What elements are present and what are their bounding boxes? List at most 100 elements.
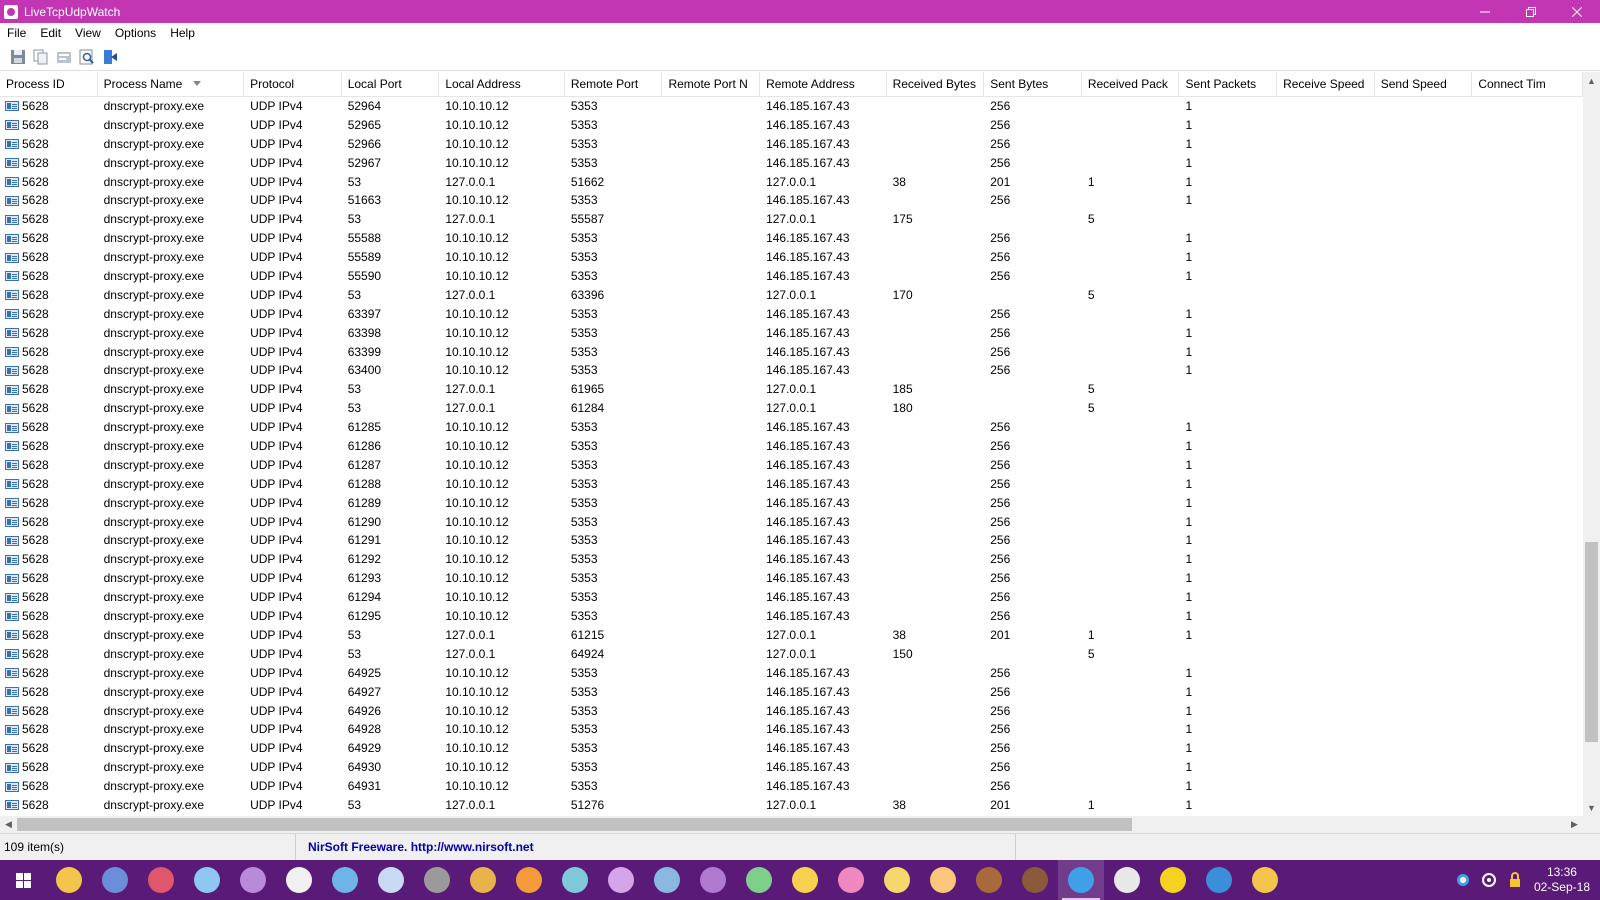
- table-row[interactable]: 5628 dnscrypt-proxy.exe UDP IPv4 61289 10.10…: [0, 494, 1583, 513]
- scroll-down-icon[interactable]: ▼: [1583, 799, 1600, 816]
- network-tray-icon[interactable]: [1454, 871, 1472, 889]
- pony-app-7-icon[interactable]: [368, 860, 414, 900]
- pony-app-15-icon[interactable]: [736, 860, 782, 900]
- column-header-spack[interactable]: Sent Packets: [1179, 72, 1278, 96]
- table-row[interactable]: 5628 dnscrypt-proxy.exe UDP IPv4 63398 10.10…: [0, 324, 1583, 343]
- table-row[interactable]: 5628 dnscrypt-proxy.exe UDP IPv4 53 127.0.0.…: [0, 173, 1583, 192]
- menu-view[interactable]: View: [68, 26, 108, 40]
- column-header-proto[interactable]: Protocol: [244, 72, 342, 96]
- pony-app-22-icon[interactable]: [1058, 860, 1104, 900]
- save-icon[interactable]: [8, 47, 28, 67]
- column-header-pid[interactable]: Process ID: [0, 72, 98, 96]
- pony-app-10-icon[interactable]: [506, 860, 552, 900]
- restore-icon[interactable]: [1508, 0, 1554, 23]
- table-row[interactable]: 5628 dnscrypt-proxy.exe UDP IPv4 53 127.0.0.…: [0, 286, 1583, 305]
- table-row[interactable]: 5628 dnscrypt-proxy.exe UDP IPv4 63397 10.10…: [0, 305, 1583, 324]
- pony-app-2-icon[interactable]: [138, 860, 184, 900]
- table-row[interactable]: 5628 dnscrypt-proxy.exe UDP IPv4 53 127.0.0.…: [0, 380, 1583, 399]
- column-header-ctime[interactable]: Connect Tim: [1472, 72, 1583, 96]
- column-header-rpack[interactable]: Received Pack: [1082, 72, 1180, 96]
- table-row[interactable]: 5628 dnscrypt-proxy.exe UDP IPv4 55588 10.10…: [0, 229, 1583, 248]
- table-row[interactable]: 5628 dnscrypt-proxy.exe UDP IPv4 53 127.0.0.…: [0, 796, 1583, 815]
- table-row[interactable]: 5628 dnscrypt-proxy.exe UDP IPv4 53 127.0.0.…: [0, 399, 1583, 418]
- vertical-scroll-thumb[interactable]: [1585, 542, 1598, 742]
- menu-edit[interactable]: Edit: [33, 26, 68, 40]
- minimize-icon[interactable]: [1462, 0, 1508, 23]
- table-row[interactable]: 5628 dnscrypt-proxy.exe UDP IPv4 52965 10.10…: [0, 116, 1583, 135]
- table-row[interactable]: 5628 dnscrypt-proxy.exe UDP IPv4 52966 10.10…: [0, 135, 1583, 154]
- table-row[interactable]: 5628 dnscrypt-proxy.exe UDP IPv4 53 127.0.0.…: [0, 626, 1583, 645]
- folder-app-icon[interactable]: [92, 860, 138, 900]
- column-header-sbytes[interactable]: Sent Bytes: [984, 72, 1082, 96]
- table-row[interactable]: 5628 dnscrypt-proxy.exe UDP IPv4 61285 10.10…: [0, 418, 1583, 437]
- menu-file[interactable]: File: [0, 26, 33, 40]
- pony-app-13-icon[interactable]: [644, 860, 690, 900]
- column-header-lport[interactable]: Local Port: [342, 72, 440, 96]
- pony-app-14-icon[interactable]: [690, 860, 736, 900]
- scroll-right-icon[interactable]: ▶: [1566, 816, 1583, 833]
- pony-app-5-icon[interactable]: [276, 860, 322, 900]
- table-row[interactable]: 5628 dnscrypt-proxy.exe UDP IPv4 64925 10.10…: [0, 664, 1583, 683]
- column-header-rbytes[interactable]: Received Bytes: [887, 72, 985, 96]
- pony-app-21-icon[interactable]: [1012, 860, 1058, 900]
- column-header-name[interactable]: Process Name: [98, 72, 245, 96]
- table-row[interactable]: 5628 dnscrypt-proxy.exe UDP IPv4 61286 10.10…: [0, 437, 1583, 456]
- pony-app-23-icon[interactable]: [1104, 860, 1150, 900]
- table-row[interactable]: 5628 dnscrypt-proxy.exe UDP IPv4 64928 10.10…: [0, 720, 1583, 739]
- menu-options[interactable]: Options: [108, 26, 163, 40]
- pony-app-4-icon[interactable]: [230, 860, 276, 900]
- pony-app-6-icon[interactable]: [322, 860, 368, 900]
- network-app-icon[interactable]: [1242, 860, 1288, 900]
- pony-app-19-icon[interactable]: [920, 860, 966, 900]
- table-row[interactable]: 5628 dnscrypt-proxy.exe UDP IPv4 52967 10.10…: [0, 154, 1583, 173]
- table-row[interactable]: 5628 dnscrypt-proxy.exe UDP IPv4 64929 10.10…: [0, 739, 1583, 758]
- pony-app-8-icon[interactable]: [414, 860, 460, 900]
- horizontal-scrollbar[interactable]: ◀ ▶: [0, 816, 1583, 833]
- scroll-up-icon[interactable]: ▲: [1583, 72, 1600, 89]
- copy-icon[interactable]: [31, 47, 51, 67]
- menu-help[interactable]: Help: [163, 26, 202, 40]
- pony-app-18-icon[interactable]: [874, 860, 920, 900]
- pony-app-16-icon[interactable]: [782, 860, 828, 900]
- column-header-laddr[interactable]: Local Address: [439, 72, 565, 96]
- table-row[interactable]: 5628 dnscrypt-proxy.exe UDP IPv4 61292 10.10…: [0, 550, 1583, 569]
- column-header-rspeed[interactable]: Receive Speed: [1277, 72, 1375, 96]
- table-row[interactable]: 5628 dnscrypt-proxy.exe UDP IPv4 64926 10.10…: [0, 702, 1583, 721]
- column-header-sspeed[interactable]: Send Speed: [1375, 72, 1473, 96]
- table-row[interactable]: 5628 dnscrypt-proxy.exe UDP IPv4 52964 10.10…: [0, 97, 1583, 116]
- start-button[interactable]: [0, 860, 46, 900]
- table-row[interactable]: 5628 dnscrypt-proxy.exe UDP IPv4 61287 10.10…: [0, 456, 1583, 475]
- table-row[interactable]: 5628 dnscrypt-proxy.exe UDP IPv4 53 127.0.0.…: [0, 645, 1583, 664]
- pony-app-9-icon[interactable]: [460, 860, 506, 900]
- browser-app-icon[interactable]: [1150, 860, 1196, 900]
- table-row[interactable]: 5628 dnscrypt-proxy.exe UDP IPv4 53 127.0.0.…: [0, 210, 1583, 229]
- pony-app-20-icon[interactable]: [966, 860, 1012, 900]
- column-header-rportn[interactable]: Remote Port N: [662, 72, 761, 96]
- table-row[interactable]: 5628 dnscrypt-proxy.exe UDP IPv4 61295 10.10…: [0, 607, 1583, 626]
- find-icon[interactable]: [77, 47, 97, 67]
- table-row[interactable]: 5628 dnscrypt-proxy.exe UDP IPv4 63400 10.10…: [0, 361, 1583, 380]
- column-header-rport[interactable]: Remote Port: [565, 72, 663, 96]
- pony-app-11-icon[interactable]: [552, 860, 598, 900]
- clock[interactable]: 13:36 02-Sep-18: [1528, 865, 1600, 895]
- column-header-raddr[interactable]: Remote Address: [760, 72, 887, 96]
- pony-app-3-icon[interactable]: [184, 860, 230, 900]
- horizontal-scroll-thumb[interactable]: [17, 818, 1132, 831]
- table-row[interactable]: 5628 dnscrypt-proxy.exe UDP IPv4 55589 10.10…: [0, 248, 1583, 267]
- table-row[interactable]: 5628 dnscrypt-proxy.exe UDP IPv4 61293 10.10…: [0, 569, 1583, 588]
- pony-app-1-icon[interactable]: [46, 860, 92, 900]
- table-row[interactable]: 5628 dnscrypt-proxy.exe UDP IPv4 64931 10.10…: [0, 777, 1583, 796]
- lock-tray-icon[interactable]: [1506, 871, 1524, 889]
- table-row[interactable]: 5628 dnscrypt-proxy.exe UDP IPv4 61291 10.10…: [0, 531, 1583, 550]
- table-row[interactable]: 5628 dnscrypt-proxy.exe UDP IPv4 51663 10.10…: [0, 191, 1583, 210]
- vertical-scrollbar[interactable]: ▲ ▼: [1583, 72, 1600, 816]
- pony-app-12-icon[interactable]: [598, 860, 644, 900]
- table-row[interactable]: 5628 dnscrypt-proxy.exe UDP IPv4 61294 10.10…: [0, 588, 1583, 607]
- table-row[interactable]: 5628 dnscrypt-proxy.exe UDP IPv4 64930 10.10…: [0, 758, 1583, 777]
- table-row[interactable]: 5628 dnscrypt-proxy.exe UDP IPv4 61288 10.10…: [0, 475, 1583, 494]
- close-icon[interactable]: [1554, 0, 1600, 23]
- pony-app-17-icon[interactable]: [828, 860, 874, 900]
- table-row[interactable]: 5628 dnscrypt-proxy.exe UDP IPv4 64927 10.10…: [0, 683, 1583, 702]
- nirsoft-link[interactable]: NirSoft Freeware. http://www.nirsoft.net: [296, 834, 1016, 860]
- connections-list[interactable]: Process ID Process Name Protocol Local Port…: [0, 72, 1583, 816]
